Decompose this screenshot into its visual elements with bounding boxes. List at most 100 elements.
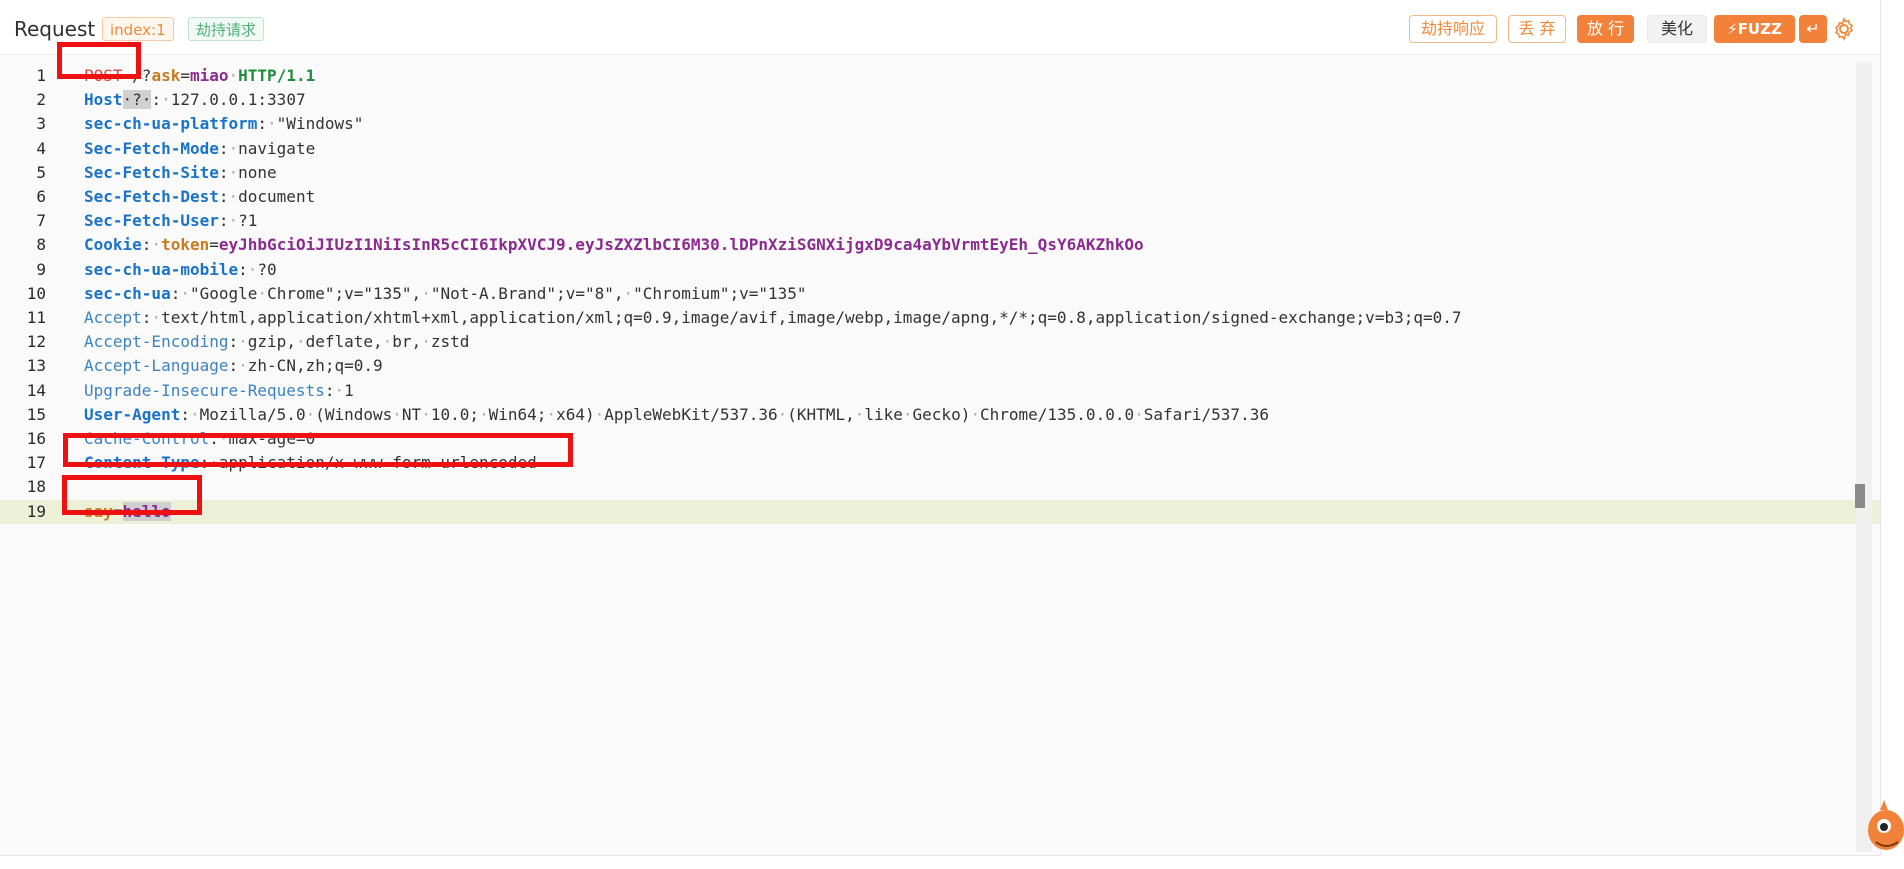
code-token: Sec-Fetch-Mode — [84, 138, 219, 158]
beautify-button[interactable]: 美化 — [1647, 15, 1707, 43]
line-code: Sec-Fetch-User:·?1 — [84, 209, 257, 233]
code-token: Safari/537.36 — [1143, 404, 1269, 424]
code-token: · — [777, 404, 788, 424]
line-number: 13 — [26, 356, 46, 376]
code-token: · — [151, 235, 162, 255]
code-token: User-Agent — [84, 404, 181, 424]
code-token: Accept — [84, 308, 142, 327]
code-token: Accept-Encoding — [84, 332, 229, 352]
code-token: "Not-A.Brand";v="8", — [430, 283, 624, 303]
code-token: : — [151, 90, 162, 110]
editor-line[interactable]: 18 — [0, 475, 1880, 499]
editor-line[interactable]: 9 sec-ch-ua-mobile:·?0 — [0, 258, 1880, 282]
editor-line[interactable]: 6 Sec-Fetch-Dest:·document — [0, 185, 1880, 209]
code-token: · — [970, 404, 980, 424]
code-token: · — [189, 404, 200, 424]
code-token: · — [305, 404, 316, 424]
line-number: 16 — [26, 429, 46, 448]
code-token: ?1 — [238, 211, 258, 231]
line-number: 4 — [36, 138, 46, 158]
code-token: · — [334, 380, 345, 400]
hijack-response-button[interactable]: 劫持响应 — [1409, 15, 1497, 43]
line-number: 3 — [36, 114, 46, 134]
code-token: · — [479, 404, 489, 424]
discard-button[interactable]: 丢 弃 — [1508, 15, 1566, 43]
editor-line[interactable]: 11 Accept:·text/html,application/xhtml+xm… — [0, 306, 1880, 330]
editor-line[interactable]: 19 say=hello — [0, 499, 1880, 524]
code-token: sec-ch-ua — [84, 283, 171, 303]
code-token: · — [161, 90, 171, 110]
editor-line[interactable]: 14 Upgrade-Insecure-Requests:·1 — [0, 379, 1880, 403]
code-token: 10.0; — [430, 404, 479, 424]
code-token: text/html,application/xhtml+xml,applicat… — [161, 308, 1462, 327]
line-number: 1 — [36, 66, 46, 85]
code-token: : — [218, 138, 229, 158]
code-token: · — [247, 259, 258, 279]
code-token: : — [228, 332, 239, 352]
line-number: 10 — [26, 283, 46, 303]
code-token: · — [228, 162, 239, 182]
line-number: 2 — [36, 90, 46, 110]
code-token: = — [180, 66, 190, 85]
gear-icon[interactable] — [1832, 17, 1856, 41]
scrollbar-cursor-marker — [1855, 484, 1865, 508]
code-token: eyJhbGciOiJIUzI1NiIsInR5cCI6IkpXVCJ9.eyJ… — [218, 235, 1144, 255]
code-token: 127.0.0.1:3307 — [170, 90, 306, 110]
vertical-scrollbar[interactable] — [1856, 62, 1872, 852]
code-token: · — [623, 283, 634, 303]
editor-line[interactable]: 8 Cookie:·token=eyJhbGciOiJIUzI1NiIsInR5c… — [0, 233, 1880, 257]
editor-line[interactable]: 10 sec-ch-ua:·"Google·Chrome";v="135",·"N… — [0, 282, 1880, 306]
code-token: : — [257, 114, 268, 134]
line-number: 6 — [36, 187, 46, 206]
forward-button[interactable]: 放 行 — [1577, 15, 1634, 43]
code-token: NT — [401, 404, 422, 424]
code-token: · — [594, 404, 605, 424]
code-token: Upgrade-Insecure-Requests — [84, 380, 325, 400]
editor-line[interactable]: 13 Accept-Language:·zh-CN,zh;q=0.9 — [0, 354, 1880, 378]
code-token: like — [864, 404, 903, 424]
code-token: : — [180, 404, 190, 424]
line-number: 9 — [36, 259, 46, 279]
fuzz-button[interactable]: ⚡FUZZ — [1714, 15, 1795, 43]
panel-title: Request — [14, 17, 96, 41]
editor-line[interactable]: 5 Sec-Fetch-Site:·none — [0, 161, 1880, 185]
editor-line[interactable]: 4 Sec-Fetch-Mode:·navigate — [0, 137, 1880, 161]
code-token: Sec-Fetch-Site — [84, 162, 219, 182]
code-token: · — [421, 404, 431, 424]
line-wrap-button[interactable]: ↵ — [1799, 15, 1827, 43]
code-token: : — [141, 235, 152, 255]
code-token: · — [421, 332, 431, 352]
editor-line[interactable]: 2 Host·?·:·127.0.0.1:3307 — [0, 88, 1880, 112]
mascot-icon — [1868, 800, 1904, 850]
code-token: miao — [189, 66, 229, 85]
editor-line[interactable]: 1 POST·/?ask=miao·HTTP/1.1 — [0, 64, 1880, 88]
code-token: Sec-Fetch-Dest — [84, 187, 219, 206]
code-token: gzip, — [247, 332, 296, 352]
code-token: · — [267, 114, 277, 134]
editor-line[interactable]: 3 sec-ch-ua-platform:·"Windows" — [0, 112, 1880, 136]
code-token: Chrome";v="135", — [267, 283, 422, 303]
code-token: HTTP/1.1 — [238, 66, 316, 85]
code-token: document — [238, 187, 316, 206]
code-token: · — [546, 404, 557, 424]
editor-line[interactable]: 7 Sec-Fetch-User:·?1 — [0, 209, 1880, 233]
annotation-box-method — [57, 42, 141, 79]
line-code: Sec-Fetch-Site:·none — [84, 161, 277, 185]
code-token: "Google — [189, 283, 258, 303]
line-number: 19 — [26, 501, 46, 521]
annotation-box-content-type — [63, 433, 573, 467]
line-number: 11 — [26, 308, 46, 327]
line-code: Accept-Language:·zh-CN,zh;q=0.9 — [84, 354, 383, 378]
code-token: · — [180, 283, 190, 303]
code-token: · — [1134, 404, 1144, 424]
code-token: br, — [392, 332, 422, 352]
line-number: 7 — [36, 211, 46, 231]
code-token: Cookie — [84, 235, 142, 255]
code-token: : — [170, 283, 181, 303]
line-number: 12 — [26, 332, 46, 352]
editor-line[interactable]: 12 Accept-Encoding:·gzip,·deflate,·br,·zs… — [0, 330, 1880, 354]
line-number: 15 — [26, 404, 46, 424]
editor-line[interactable]: 15 User-Agent:·Mozilla/5.0·(Windows·NT·10… — [0, 403, 1880, 427]
code-token: sec-ch-ua-platform — [84, 114, 258, 134]
code-token: AppleWebKit/537.36 — [604, 404, 778, 424]
